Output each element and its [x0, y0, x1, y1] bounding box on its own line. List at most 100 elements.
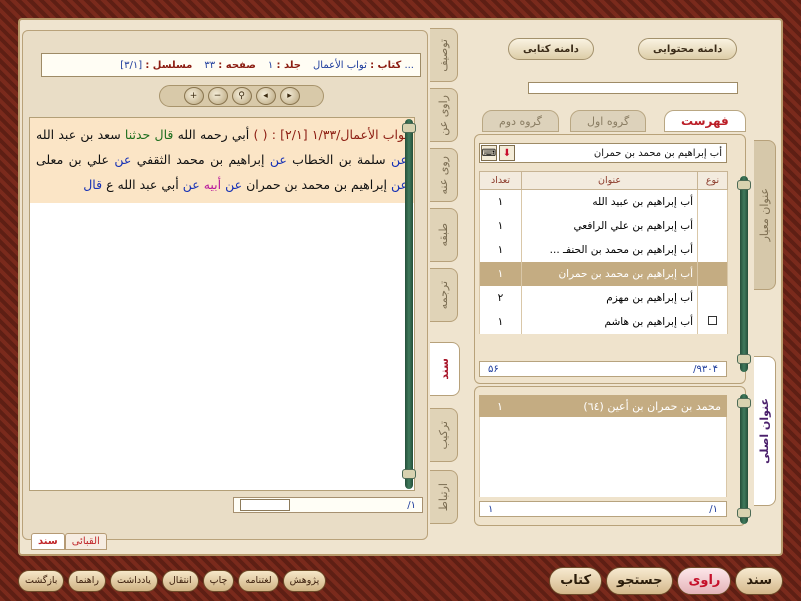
result-count-bar: ۱ /۱ — [479, 501, 727, 517]
text-scrollbar[interactable] — [402, 119, 416, 489]
volume-value: ۱ — [267, 59, 274, 71]
col-title-header[interactable]: عنوان — [521, 171, 698, 190]
text-pane: کتاب : ثواب الأعمال ... جلد : ۱ صفحه : ۳… — [22, 30, 428, 550]
table-row[interactable]: ۱ أب إبراهيم بن هاشم — [479, 309, 728, 334]
transfer-button[interactable]: انتقال — [161, 569, 199, 592]
content-scope-button[interactable]: دامنه محتوایی — [638, 38, 738, 60]
row-type — [697, 213, 728, 238]
narrator-1[interactable]: أبي رحمه الله — [178, 127, 250, 142]
list-scrollbar[interactable] — [737, 176, 751, 372]
search-section-button[interactable]: جستجو — [606, 566, 674, 595]
result-scroll-up-knob[interactable] — [737, 398, 751, 408]
utility-buttons: بازگشت راهنما یادداشت انتقال چاپ لغتنامه… — [18, 569, 327, 592]
result-current: ۱ — [488, 503, 494, 515]
next-icon[interactable]: ▸ — [279, 87, 300, 105]
search-icon[interactable]: ⚲ — [231, 87, 252, 105]
tab-index[interactable]: فهرست — [664, 110, 746, 132]
connector-said: قال — [83, 177, 103, 192]
prev-icon[interactable]: ◂ — [255, 87, 276, 105]
book-section-button[interactable]: کتاب — [549, 566, 603, 595]
table-row[interactable]: ۱ أب إبراهيم بن محمد بن الحنفـ ... — [479, 237, 728, 262]
narrator-8[interactable]: أبي عبد الله ع — [106, 177, 179, 192]
connector-an: عن — [182, 177, 200, 192]
tab-biography[interactable]: ترجمه — [430, 268, 458, 322]
table-row-selected[interactable]: ۱ أب إبراهيم بن محمد بن حمران — [479, 261, 728, 286]
back-button[interactable]: بازگشت — [18, 569, 65, 592]
result-scroll-down-knob[interactable] — [737, 508, 751, 518]
page-label: صفحه : — [218, 59, 256, 71]
table-row[interactable]: ۱ أب إبراهيم بن عبيد الله — [479, 189, 728, 214]
tab-original-title[interactable]: عنوان اصلی — [754, 356, 776, 506]
result-scrollbar[interactable] — [737, 394, 751, 524]
row-title: أب إبراهيم بن هاشم — [521, 309, 698, 334]
row-count: ۱ — [479, 261, 522, 286]
row-count: ۲ — [479, 285, 522, 310]
hadith-text-area[interactable]: ثواب الأعمال/۱/۳۳ [۲/۱] : ( ) أبي رحمه ا… — [29, 117, 415, 491]
list-total: /۹۳۰۴ — [693, 363, 718, 375]
tag-other[interactable]: القبائی — [64, 533, 107, 550]
narrator-section-button[interactable]: راوی — [677, 566, 732, 595]
scroll-up-knob[interactable] — [402, 123, 416, 133]
keyboard-icon[interactable]: ⌨ — [481, 145, 497, 161]
tab-narrated-from[interactable]: راوی عن — [430, 88, 458, 142]
page-input[interactable] — [240, 499, 290, 511]
sort-down-icon[interactable]: ⬇ — [499, 145, 515, 161]
section-buttons: کتاب جستجو راوی سند — [549, 566, 783, 595]
row-type — [697, 309, 728, 334]
result-row[interactable]: ۱ محمد بن حمران بن أعين (٦٤) — [479, 395, 727, 417]
volume-label: جلد : — [276, 59, 302, 71]
tab-description[interactable]: توصیف — [430, 28, 458, 82]
zoom-out-icon[interactable]: − — [207, 87, 228, 105]
list-scroll-up-knob[interactable] — [737, 180, 751, 190]
text-toolbar: + − ⚲ ◂ ▸ — [159, 85, 324, 107]
tab-narrated-by[interactable]: روی عنه — [430, 148, 458, 202]
result-total: /۱ — [709, 503, 718, 515]
connector-an: عن — [114, 152, 132, 167]
dictionary-button[interactable]: لغتنامه — [238, 569, 279, 592]
row-count: ۱ — [479, 213, 522, 238]
hadith-text: ثواب الأعمال/۱/۳۳ [۲/۱] : ( ) أبي رحمه ا… — [30, 118, 414, 203]
tab-group1[interactable]: گروه اول — [570, 110, 647, 132]
narrator-3[interactable]: سلمة بن الخطاب — [292, 152, 385, 167]
zoom-in-icon[interactable]: + — [183, 87, 204, 105]
serial-value: [۳/۱] — [120, 59, 143, 71]
vertical-tabs: توصیف راوی عن روی عنه طبقه ترجمه سند ترک… — [430, 28, 460, 538]
row-title: أب إبراهيم بن عبيد الله — [521, 189, 698, 214]
narrator-5[interactable]: علي بن معلى — [36, 152, 109, 167]
selected-narrator-field[interactable]: أب إبراهيم بن محمد بن حمران — [479, 143, 727, 163]
print-button[interactable]: چاپ — [202, 569, 235, 592]
narrator-7[interactable]: أبيه — [204, 177, 221, 192]
doc-scope-button[interactable]: دامنه کتابی — [508, 38, 594, 60]
scroll-down-knob[interactable] — [402, 469, 416, 479]
book-meta-bar: کتاب : ثواب الأعمال ... جلد : ۱ صفحه : ۳… — [41, 53, 421, 77]
row-checkbox[interactable] — [708, 315, 717, 325]
result-count: ۱ — [497, 399, 503, 413]
narrator-4[interactable]: إبراهيم بن محمد الثقفي — [137, 152, 265, 167]
result-panel: ۱ محمد بن حمران بن أعين (٦٤) ۱ /۱ — [474, 386, 746, 526]
narrator-6[interactable]: إبراهيم بن محمد بن حمران — [246, 177, 387, 192]
tab-composition[interactable]: ترکیب — [430, 408, 458, 462]
tag-sanad[interactable]: سند — [31, 533, 65, 550]
tab-group2[interactable]: گروه دوم — [482, 110, 559, 132]
row-count: ۱ — [479, 237, 522, 262]
table-row[interactable]: ۲ أب إبراهيم بن مهزم — [479, 285, 728, 310]
row-type — [697, 261, 728, 286]
tab-generation[interactable]: طبقه — [430, 208, 458, 262]
scope-input[interactable] — [528, 82, 738, 94]
serial-label: مسلسل : — [145, 59, 193, 71]
tab-standard-title[interactable]: عنوان معيار — [754, 140, 776, 290]
research-button[interactable]: پژوهش — [282, 569, 327, 592]
col-type-header[interactable]: نوع — [697, 171, 728, 190]
sanad-section-button[interactable]: سند — [735, 566, 783, 595]
list-scroll-down-knob[interactable] — [737, 354, 751, 364]
table-row[interactable]: ۱ أب إبراهيم بن علي الرافعي — [479, 213, 728, 238]
row-count: ۱ — [479, 309, 522, 334]
notes-button[interactable]: یادداشت — [109, 569, 158, 592]
narrator-pane: دامنه کتابی دامنه محتوایی گروه دوم گروه … — [462, 30, 778, 540]
narrator-2[interactable]: سعد بن عبد الله — [36, 127, 121, 142]
book-value: ثواب الأعمال — [313, 59, 367, 71]
tab-sanad[interactable]: سند — [430, 342, 460, 396]
help-button[interactable]: راهنما — [68, 569, 106, 592]
col-count-header[interactable]: تعداد — [479, 171, 522, 190]
tab-relation[interactable]: ارتباط — [430, 470, 458, 524]
